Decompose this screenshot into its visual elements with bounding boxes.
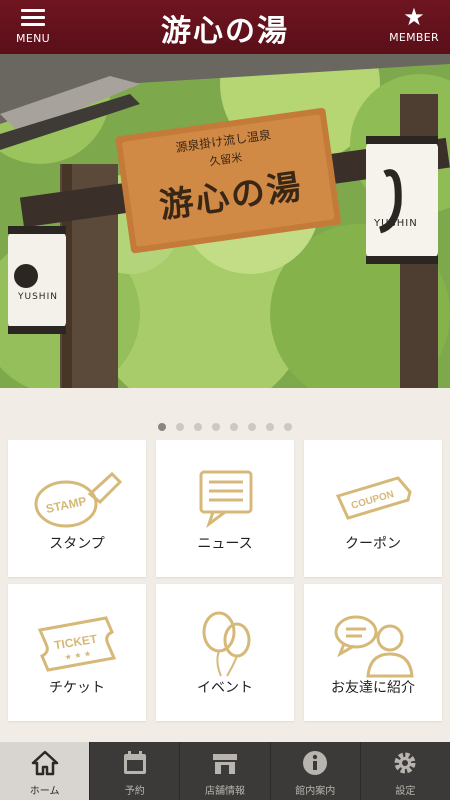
stamp-icon-text: STAMP [45, 494, 88, 516]
svg-text:★ ★ ★: ★ ★ ★ [64, 649, 92, 662]
member-button[interactable]: ★ MEMBER [382, 4, 446, 50]
tile-coupon[interactable]: COUPON クーポン [304, 440, 442, 577]
balloon-icon [202, 611, 251, 677]
member-label: MEMBER [389, 31, 439, 44]
tile-label-stamp: スタンプ [49, 536, 105, 552]
tile-stamp[interactable]: STAMP スタンプ [8, 440, 146, 577]
tile-label-ticket: チケット [49, 680, 105, 696]
stamp-icon: STAMP [34, 471, 122, 528]
carousel-dot[interactable] [230, 423, 238, 431]
left-lantern [8, 226, 66, 334]
tab-reservation-label: 予約 [124, 786, 145, 797]
coupon-icon-text: COUPON [350, 489, 395, 512]
bottom-tab-bar: ホーム 予約 店舗情報 館内案内 設定 [0, 742, 450, 800]
tile-label-event: イベント [197, 680, 253, 696]
carousel-dot[interactable] [248, 423, 256, 431]
tile-friends[interactable]: お友達に紹介 [304, 584, 442, 721]
coupon-icon: COUPON [335, 476, 412, 520]
app-header: MENU 游心の湯 ★ MEMBER [0, 0, 450, 54]
tab-store-info[interactable]: 店舗情報 [180, 742, 271, 800]
tab-facility-guide[interactable]: 館内案内 [271, 742, 361, 800]
ticket-icon: TICKET ★ ★ ★ [37, 616, 117, 672]
right-lantern [366, 136, 438, 264]
tab-reservation[interactable]: 予約 [90, 742, 181, 800]
carousel-dot[interactable] [212, 423, 220, 431]
hero-banner[interactable]: 源泉掛け流し温泉 久留米 游心の湯 YUSHIN YUSHIN [0, 54, 450, 388]
carousel-dot[interactable] [284, 423, 292, 431]
carousel-pager[interactable] [0, 416, 450, 431]
lantern-text-right: YUSHIN [374, 218, 418, 229]
friends-icon [334, 615, 414, 678]
carousel-dot[interactable] [158, 423, 166, 431]
tile-news[interactable]: ニュース [156, 440, 294, 577]
lantern-text-left: YUSHIN [18, 292, 58, 302]
store-icon [213, 754, 237, 774]
tile-label-coupon: クーポン [345, 536, 401, 552]
calendar-icon [123, 751, 146, 774]
tab-home-label: ホーム [29, 786, 60, 797]
news-icon [199, 470, 253, 529]
ticket-icon-text: TICKET [53, 632, 99, 653]
info-icon [303, 751, 328, 775]
carousel-dot[interactable] [194, 423, 202, 431]
home-icon [31, 750, 58, 776]
carousel-dot[interactable] [176, 423, 184, 431]
tile-event[interactable]: イベント [156, 584, 294, 721]
gear-icon [394, 752, 416, 774]
tab-store-info-label: 店舗情報 [205, 786, 245, 797]
star-icon: ★ [403, 3, 425, 31]
tab-settings-label: 設定 [395, 786, 416, 797]
tile-ticket[interactable]: TICKET ★ ★ ★ チケット [8, 584, 146, 721]
tab-facility-guide-label: 館内案内 [295, 786, 336, 797]
tile-label-friends: お友達に紹介 [331, 680, 415, 696]
carousel-dot[interactable] [266, 423, 274, 431]
tab-home[interactable]: ホーム [0, 742, 91, 800]
tile-label-news: ニュース [197, 536, 253, 552]
tab-settings[interactable]: 設定 [361, 742, 450, 800]
